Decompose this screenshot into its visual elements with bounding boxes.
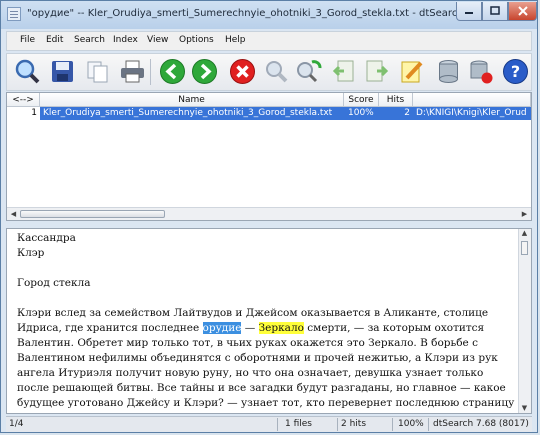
doc-line: Кассандра [17,232,76,244]
edit-pencil-icon [401,61,423,83]
forward-arrow-icon [192,59,217,84]
result-hits: 2 [379,107,413,120]
doc-line: Клэр [17,247,45,259]
scroll-left-arrow-icon[interactable]: ◀ [8,209,19,219]
print-button[interactable] [119,58,146,85]
result-name: Kler_Orudiya_smerti_Sumerechnyie_ohotnik… [40,107,344,120]
svg-text:?: ? [511,62,520,81]
copy-icon [87,61,108,83]
column-header-path[interactable] [413,93,531,107]
document-viewer[interactable]: Кассандра Клэр Город стекла Клэри вслед … [6,228,532,414]
menu-file[interactable]: File [20,35,35,45]
search-hit-highlight[interactable]: орудие [202,322,242,334]
prev-hit-button[interactable] [331,58,358,85]
stop-button[interactable] [229,58,256,85]
help-button[interactable]: ? [502,58,529,85]
minimize-button[interactable] [456,2,482,21]
doc-line: Город стекла [17,277,91,289]
result-number: 1 [31,108,37,118]
window-title: "орудие" -- Kler_Orudiya_smerti_Sumerech… [27,8,464,19]
back-arrow-icon [160,59,185,84]
result-score: 100% [344,107,379,120]
help-icon: ? [503,59,528,84]
status-separator [277,418,278,431]
menu-view[interactable]: View [147,35,168,45]
result-path: D:\KNIGI\Knigi\Kler_Orud [413,107,531,120]
toolbar: ? [6,53,532,91]
horizontal-scroll-thumb[interactable] [20,210,165,218]
document-text: Кассандра Клэр Город стекла Клэри вслед … [17,231,517,413]
menu-index[interactable]: Index [113,35,138,45]
menu-bar: File Edit Search Index View Options Help [6,31,532,51]
status-separator [337,418,338,431]
database-icon [439,60,458,83]
app-icon [7,7,21,21]
status-bar: 1/4 1 files 2 hits 100% dtSearch 7.68 (8… [6,416,532,432]
copy-button[interactable] [84,58,111,85]
doc-text: — [241,322,259,334]
save-button[interactable] [49,58,76,85]
update-index-icon [470,60,493,84]
menu-help[interactable]: Help [225,35,246,45]
save-icon [52,61,73,82]
menu-edit[interactable]: Edit [46,35,63,45]
app-window: "орудие" -- Kler_Orudiya_smerti_Sumerech… [0,0,538,433]
index-button[interactable] [435,58,462,85]
status-hits: 2 hits [341,419,367,429]
close-button[interactable] [508,2,537,21]
search-hit-highlight[interactable]: Зеркало [258,322,304,334]
browse-words-icon [266,61,288,83]
status-position: 1/4 [9,419,24,429]
scroll-up-arrow-icon[interactable]: ▲ [519,229,530,237]
scroll-down-arrow-icon[interactable]: ▼ [519,404,530,412]
edit-button[interactable] [399,58,426,85]
doc-paragraph: Клэри вслед за семейством Лайтвудов и Дж… [17,306,517,413]
scroll-right-arrow-icon[interactable]: ▶ [519,209,530,219]
column-header-name[interactable]: Name [40,93,344,107]
print-icon [121,60,144,83]
results-list[interactable]: <--> Name Score Hits 1 Kler_Orudiya_smer… [6,92,532,221]
back-button[interactable] [159,58,186,85]
doc-blank-line [17,291,517,306]
stop-icon [230,59,255,84]
column-header-nav[interactable]: <--> [7,93,40,107]
refresh-search-icon [297,60,322,83]
toolbar-separator [150,59,151,85]
vertical-scrollbar[interactable]: ▲ ▼ [518,229,531,413]
close-icon [517,6,528,16]
column-header-score[interactable]: Score [344,93,379,107]
browse-words-button[interactable] [263,58,290,85]
doc-blank-line [17,261,517,276]
doc-text: смерти, — за которым охотится Валентин. … [17,322,515,413]
menu-options[interactable]: Options [179,35,214,45]
status-separator [428,418,429,431]
status-zoom: 100% [398,419,424,429]
next-hit-icon [366,60,389,82]
update-index-button[interactable] [467,58,494,85]
search-icon [15,59,40,84]
maximize-icon [490,6,500,15]
maximize-button[interactable] [482,2,508,21]
prev-hit-icon [332,60,354,82]
search-button[interactable] [14,58,41,85]
title-bar[interactable]: "орудие" -- Kler_Orudiya_smerti_Sumerech… [1,1,537,29]
vertical-scroll-thumb[interactable] [521,241,528,255]
minimize-icon [465,12,473,14]
column-header-hits[interactable]: Hits [379,93,413,107]
forward-button[interactable] [191,58,218,85]
menu-search[interactable]: Search [74,35,105,45]
refresh-button[interactable] [295,58,322,85]
status-files: 1 files [285,419,312,429]
next-hit-button[interactable] [363,58,390,85]
status-separator [392,418,393,431]
status-version: dtSearch 7.68 (8017) [433,419,529,429]
horizontal-scrollbar[interactable]: ◀ ▶ [7,207,531,220]
